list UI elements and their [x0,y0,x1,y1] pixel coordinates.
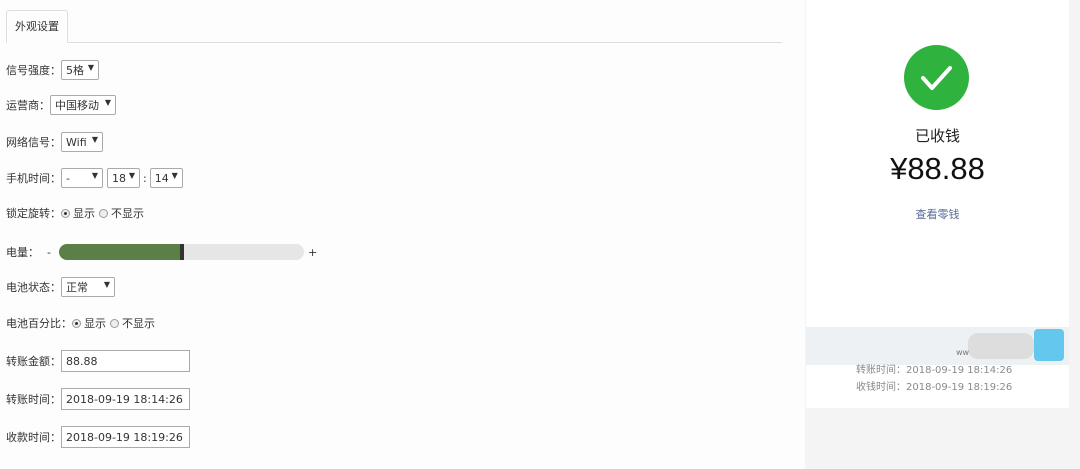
battery-plus[interactable]: + [308,246,317,259]
network-label: 网络信号： [6,136,61,149]
amount-label: 转账金额： [6,355,61,368]
receive-time-row: 收款时间： 2018-09-19 18:19:26 [6,426,190,448]
battery-minus[interactable]: - [47,246,51,259]
lock-rotation-row: 锁定旋转： 显示 不显示 [6,202,148,224]
signal-row: 信号强度： 5格 ▼ [6,59,99,81]
receive-time-input[interactable]: 2018-09-19 18:19:26 [61,426,190,448]
battery-percent-show-radio[interactable] [72,318,81,328]
battery-percent-row: 电池百分比： 显示 不显示 [6,312,159,334]
battery-status-label: 电池状态： [6,281,61,294]
lock-show-label: 显示 [73,207,95,220]
transfer-time-row: 转账时间： 2018-09-19 18:14:26 [6,388,190,410]
carrier-select-value: 中国移动 [55,99,99,112]
carrier-select[interactable]: 中国移动 ▼ [50,95,116,115]
time-minute-select[interactable]: 14 ▼ [149,168,183,188]
battery-percent-hide-label: 不显示 [122,317,155,330]
time-label: 手机时间： [6,172,61,185]
battery-percent-label: 电池百分比： [6,317,72,330]
battery-percent-hide-radio[interactable] [110,318,119,328]
network-select-value: Wifi [66,135,87,149]
receive-time-line: 收钱时间：2018-09-19 18:19:26 [856,382,1013,393]
battery-label: 电量： [6,246,39,259]
battery-slider-fill [59,244,182,260]
amount-input[interactable]: 88.88 [61,350,190,372]
lock-show-radio[interactable] [61,208,70,218]
chevron-down-icon: ▼ [128,171,135,180]
lock-hide-radio[interactable] [99,208,108,218]
carrier-row: 运营商： 中国移动 ▼ [6,94,116,116]
battery-status-value: 正常 [66,281,88,294]
time-minute-value: 14 [154,171,169,185]
settings-panel: 外观设置 信号强度： 5格 ▼ 运营商： 中国移动 ▼ 网络信号： Wifi ▼… [0,0,805,469]
signal-select[interactable]: 5格 ▼ [61,60,99,80]
signal-select-value: 5格 [66,64,84,77]
chevron-down-icon: ▼ [104,98,111,107]
signal-label: 信号强度： [6,64,61,77]
transfer-time-label: 转账时间： [6,393,61,406]
battery-row: 电量： - [6,241,51,263]
tab-divider [6,42,782,43]
chevron-down-icon: ▼ [103,280,110,289]
battery-status-select[interactable]: 正常 ▼ [61,277,115,297]
network-select[interactable]: Wifi ▼ [61,132,103,152]
carrier-label: 运营商： [6,99,50,112]
lock-rotation-label: 锁定旋转： [6,207,61,220]
battery-status-row: 电池状态： 正常 ▼ [6,276,115,298]
tab-appearance[interactable]: 外观设置 [6,10,68,43]
transfer-time-input[interactable]: 2018-09-19 18:14:26 [61,388,190,410]
battery-percent-show-label: 显示 [84,317,106,330]
view-change-link[interactable]: 查看零钱 [806,206,1069,222]
success-check-icon [904,45,969,110]
chevron-down-icon: ▼ [87,63,94,72]
amount-row: 转账金额： 88.88 [6,350,190,372]
transfer-time-line: 转账时间：2018-09-19 18:14:26 [856,365,1013,376]
battery-slider-handle[interactable] [180,244,184,260]
battery-plus-wrap: + [308,241,317,263]
chevron-down-icon: ▼ [91,171,98,180]
time-row: 手机时间： - ▼ 18 ▼ : 14 ▼ [6,167,183,189]
battery-slider-track[interactable] [59,244,304,260]
time-hour-value: 18 [112,171,126,185]
chevron-down-icon: ▼ [171,171,178,180]
time-prefix-value: - [66,171,70,185]
network-row: 网络信号： Wifi ▼ [6,131,103,153]
time-separator: : [143,171,147,185]
lock-hide-label: 不显示 [111,207,144,220]
receipt-preview: 已收钱 ¥88.88 查看零钱 ww 转账时间：2018-09-19 18:14… [806,0,1069,408]
time-prefix-select[interactable]: - ▼ [61,168,103,188]
blurred-image [1034,329,1064,361]
blurred-region [968,333,1034,359]
chevron-down-icon: ▼ [91,135,98,144]
blurred-text: ww [956,348,970,357]
receive-time-label: 收款时间： [6,431,61,444]
time-hour-select[interactable]: 18 ▼ [107,168,140,188]
payment-status: 已收钱 [914,127,960,145]
payment-amount: ¥88.88 [890,151,985,186]
